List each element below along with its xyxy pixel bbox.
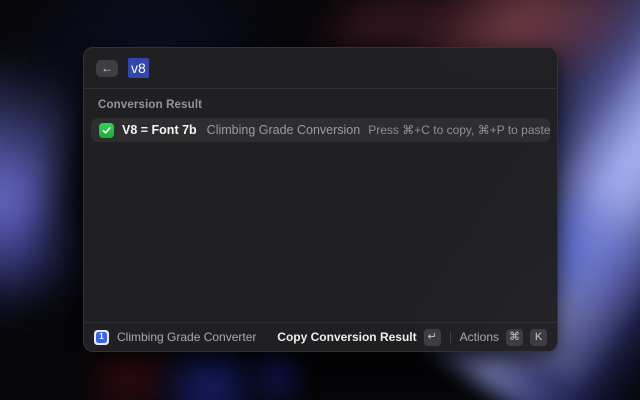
cmd-keycap-icon: ⌘ (506, 329, 523, 346)
results-list: Conversion Result V8 = Font 7b Climbing … (84, 89, 557, 322)
app-name: Climbing Grade Converter (117, 330, 256, 344)
result-subtitle: Climbing Grade Conversion (207, 123, 361, 137)
checkmark-icon (99, 123, 114, 138)
footer-separator (450, 332, 451, 343)
result-row[interactable]: V8 = Font 7b Climbing Grade Conversion P… (91, 118, 550, 142)
action-bar: 1 Climbing Grade Converter Copy Conversi… (84, 322, 557, 351)
search-input-selected-text: v8 (128, 58, 149, 78)
search-header: ← v8 (84, 48, 557, 88)
section-header: Conversion Result (84, 94, 557, 118)
result-shortcut-hint: Press ⌘+C to copy, ⌘+P to paste (368, 123, 550, 137)
back-button[interactable]: ← (96, 60, 118, 77)
enter-keycap-icon: ↵ (424, 329, 441, 346)
app-icon: 1 (94, 330, 109, 345)
launcher-window: ← v8 Conversion Result V8 = Font 7b Clim… (83, 47, 558, 352)
actions-menu-button[interactable]: Actions (460, 330, 499, 344)
back-arrow-icon: ← (101, 62, 113, 74)
app-icon-glyph: 1 (96, 332, 107, 343)
primary-action-button[interactable]: Copy Conversion Result (277, 330, 416, 344)
result-title: V8 = Font 7b (122, 123, 197, 137)
k-keycap-icon: K (530, 329, 547, 346)
action-bar-right: Copy Conversion Result ↵ Actions ⌘ K (277, 329, 547, 346)
search-input[interactable]: v8 (128, 61, 149, 75)
